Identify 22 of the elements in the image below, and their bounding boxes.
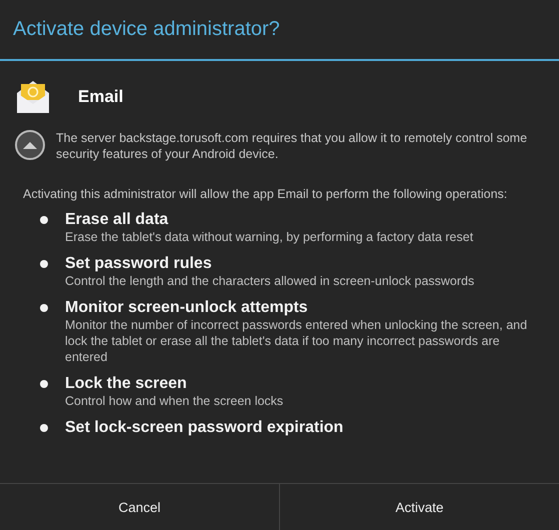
app-name: Email — [78, 87, 124, 107]
bullet-icon — [40, 304, 48, 312]
policy-title: Erase all data — [65, 210, 170, 229]
bullet-icon — [40, 380, 48, 388]
bullet-icon — [40, 216, 48, 224]
intro-text: Activating this administrator will allow the app Email to perform the following operations: — [23, 186, 508, 202]
bullet-icon — [40, 424, 48, 432]
policy-description: Monitor the number of incorrect passwords entered when unlocking the screen, and lock the tablet or erase all the tablet's data if too many incorrect passwords are entered — [65, 317, 528, 365]
activate-button[interactable]: Activate — [279, 484, 559, 530]
bullet-icon — [40, 260, 48, 268]
policy-description: Control the length and the characters allowed in screen-unlock passwords — [65, 273, 474, 289]
cancel-button[interactable]: Cancel — [0, 484, 279, 530]
policy-title: Monitor screen-unlock attempts — [65, 298, 309, 317]
server-notice: The server backstage.torusoft.com requires that you allow it to remotely control some security features of your Android device. — [56, 130, 528, 162]
policy-title: Lock the screen — [65, 374, 188, 393]
envelope-icon — [15, 79, 51, 115]
collapse-button[interactable] — [15, 130, 45, 160]
dialog-title: Activate device administrator? — [13, 18, 280, 41]
policy-title: Set lock-screen password expiration — [65, 418, 344, 437]
policy-title: Set password rules — [65, 254, 213, 273]
policy-description: Control how and when the screen locks — [65, 393, 284, 409]
policy-description: Erase the tablet's data without warning, by performing a factory data reset — [65, 229, 474, 245]
